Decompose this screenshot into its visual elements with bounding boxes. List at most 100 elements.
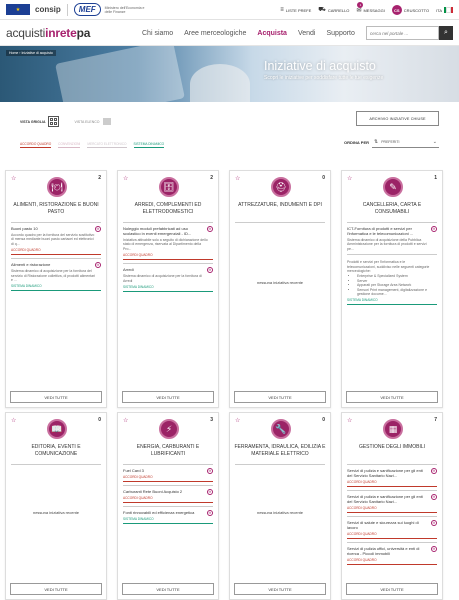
list-view-label[interactable]: VISTA ELENCO xyxy=(74,120,99,124)
initiative-name[interactable]: Servizi di pulizia e sanificazione per g… xyxy=(347,468,437,478)
initiative-entry[interactable]: Prodotti e servizi per l'Informatica e l… xyxy=(347,255,437,306)
star-icon[interactable]: ☆ xyxy=(347,417,352,424)
initiative-name[interactable]: Servizi di pulizia e sanificazione per g… xyxy=(347,494,437,504)
compare-icon[interactable]: ⊖ xyxy=(207,510,213,516)
initiative-name[interactable]: Fuel Card 3 xyxy=(123,468,213,473)
star-icon[interactable]: ☆ xyxy=(11,417,16,424)
card-title[interactable]: ATTREZZATURE, INDUMENTI E DPI xyxy=(234,202,326,209)
initiative-name[interactable]: Servizi di salute e sicurezza sui luoghi… xyxy=(347,520,437,530)
nav-vendi[interactable]: Vendi xyxy=(298,30,316,37)
grid-view-label[interactable]: VISTA GRIGLIA xyxy=(20,120,45,124)
initiative-name[interactable]: Buoni pasto 10 xyxy=(11,226,101,231)
eu-flag-icon: ★ xyxy=(6,4,30,15)
card-title[interactable]: CANCELLERIA, CARTA E CONSUMABILI xyxy=(346,202,438,215)
initiative-entry[interactable]: Alimenti e ristorazione ⊖ Sistema dinamico… xyxy=(11,259,101,292)
mef-logo[interactable]: MEF xyxy=(73,3,101,16)
card-title[interactable]: FERRAMENTA, IDRAULICA, EDILIZIA E MATERI… xyxy=(234,444,326,457)
hero-text: Iniziative di acquisto Scopri le iniziat… xyxy=(264,59,449,81)
compare-icon[interactable]: ⊖ xyxy=(207,468,213,474)
search-button[interactable]: ⌕ xyxy=(439,26,453,40)
chevron-down-icon: ⌄ xyxy=(432,138,437,145)
star-icon[interactable]: ☆ xyxy=(123,417,128,424)
nav-acquista[interactable]: Acquista xyxy=(257,30,287,37)
consip-logo[interactable]: consip xyxy=(35,5,61,14)
initiative-name[interactable]: Noleggio moduli prefabbricati ad uso sco… xyxy=(123,226,213,236)
initiative-entry[interactable]: Servizi di salute e sicurezza sui luoghi… xyxy=(347,517,437,539)
nav-chi-siamo[interactable]: Chi siamo xyxy=(142,30,173,37)
compare-icon[interactable]: ⊖ xyxy=(431,468,437,474)
list-view-icon[interactable] xyxy=(102,118,111,125)
initiative-name[interactable]: Servizi di pulizia uffici, università e … xyxy=(347,546,437,556)
compare-icon[interactable]: ⊖ xyxy=(431,546,437,552)
sort-select[interactable]: ⇅ PREFERITI ⌄ xyxy=(372,136,439,148)
vedi-tutte-button[interactable]: VEDI TUTTE xyxy=(122,583,214,595)
vedi-tutte-button[interactable]: VEDI TUTTE xyxy=(346,583,438,595)
search-icon: ⌕ xyxy=(444,29,448,36)
vedi-tutte-button[interactable]: VEDI TUTTE xyxy=(234,583,326,595)
compare-icon[interactable]: ⊖ xyxy=(207,226,213,232)
legend-convenzioni[interactable]: CONVENZIONI xyxy=(58,142,81,148)
compare-icon[interactable]: ⊖ xyxy=(207,267,213,274)
compare-icon[interactable]: ⊖ xyxy=(95,262,101,269)
compare-icon[interactable]: ⊖ xyxy=(207,489,213,495)
initiative-entry[interactable]: Servizi di pulizia uffici, università e … xyxy=(347,543,437,565)
initiative-name[interactable]: ICT-Fornitura di prodotti e servizi per … xyxy=(347,226,437,236)
vedi-tutte-button[interactable]: VEDI TUTTE xyxy=(234,391,326,403)
card-title[interactable]: ARREDI, COMPLEMENTI ED ELETTRODOMESTICI xyxy=(122,202,214,215)
nav-supporto[interactable]: Supporto xyxy=(326,30,354,37)
italy-flag-icon xyxy=(444,7,453,13)
initiative-entry[interactable]: Servizi di pulizia e sanificazione per g… xyxy=(347,465,437,487)
star-icon[interactable]: ☆ xyxy=(347,175,352,182)
compare-icon[interactable]: ⊖ xyxy=(431,494,437,500)
compare-icon[interactable]: ⊖ xyxy=(431,226,437,232)
search-input[interactable] xyxy=(366,26,439,40)
archive-closed-initiatives-button[interactable]: ARCHIVIO INIZIATIVE CHIUSE xyxy=(356,111,439,126)
initiative-entry[interactable]: Buoni pasto 10 ⊖ Accordo quadro per la for… xyxy=(11,223,101,256)
initiative-type-tag: SISTEMA DINAMICO xyxy=(123,517,213,524)
card-title[interactable]: ALIMENTI, RISTORAZIONE E BUONI PASTO xyxy=(10,202,102,215)
initiative-entry[interactable]: Arredi ⊖ Sistema dinamico di acquisizione … xyxy=(123,264,213,293)
initiative-entry[interactable]: Carburanti Rete Buoni Acquisto 2 ⊖ ACCORDI… xyxy=(123,486,213,503)
liste-preferiti-link[interactable]: ≡ LISTE PREFE xyxy=(280,7,311,13)
star-icon[interactable]: ☆ xyxy=(235,175,240,182)
language-selector[interactable]: ITA xyxy=(436,7,453,13)
legend-mercato-elettronico[interactable]: MERCATO ELETTRONICO xyxy=(87,142,127,148)
initiative-name[interactable]: Fonti rinnovabili ed efficienza energeti… xyxy=(123,510,213,515)
carrello-link[interactable]: ⛟ CARRELLO xyxy=(318,6,349,14)
initiative-description: Sistema dinamico di acquisizione per la … xyxy=(11,269,96,283)
initiative-name[interactable]: Alimenti e ristorazione xyxy=(11,262,101,267)
compare-icon[interactable]: ⊖ xyxy=(431,520,437,526)
category-card: ☆ 1 ✎ CANCELLERIA, CARTA E CONSUMABILI ICT-F… xyxy=(341,170,443,408)
nav-aree-merceologiche[interactable]: Aree merceologiche xyxy=(184,30,246,37)
vedi-tutte-button[interactable]: VEDI TUTTE xyxy=(346,391,438,403)
star-icon[interactable]: ☆ xyxy=(235,417,240,424)
card-title[interactable]: ENERGIA, CARBURANTI E LUBRIFICANTI xyxy=(122,444,214,457)
card-title[interactable]: EDITORIA, EVENTI E COMUNICAZIONE xyxy=(10,444,102,457)
initiative-type-tag: SISTEMA DINAMICO xyxy=(123,285,213,293)
initiative-name[interactable]: Arredi xyxy=(123,267,213,272)
breadcrumb[interactable]: Home › Iniziative di acquisto xyxy=(6,50,56,56)
category-card: ☆ 0 ⛑ ATTREZZATURE, INDUMENTI E DPI nessuna … xyxy=(229,170,331,408)
legend-accordo-quadro[interactable]: ACCORDO QUADRO xyxy=(20,142,52,148)
vedi-tutte-button[interactable]: VEDI TUTTE xyxy=(10,583,102,595)
messaggi-link[interactable]: 1 ✉ MESSAGGI xyxy=(356,1,385,14)
vedi-tutte-button[interactable]: VEDI TUTTE xyxy=(10,391,102,403)
card-title[interactable]: GESTIONE DEGLI IMMOBILI xyxy=(346,444,438,451)
initiative-type-tag: ACCORDI QUADRO xyxy=(347,558,437,565)
initiative-entry[interactable]: Noleggio moduli prefabbricati ad uso sco… xyxy=(123,223,213,261)
initiative-entry[interactable]: Servizi di pulizia e sanificazione per g… xyxy=(347,491,437,513)
initiative-name[interactable]: Carburanti Rete Buoni Acquisto 2 xyxy=(123,489,213,494)
star-icon[interactable]: ☆ xyxy=(11,175,16,182)
grid-view-icon[interactable] xyxy=(48,116,60,127)
vedi-tutte-button[interactable]: VEDI TUTTE xyxy=(122,391,214,403)
list-icon: ≡ xyxy=(280,7,284,13)
initiative-count: 0 xyxy=(98,417,101,423)
star-icon[interactable]: ☆ xyxy=(123,175,128,182)
initiative-entry[interactable]: Fonti rinnovabili ed efficienza energeti… xyxy=(123,507,213,524)
legend-sistema-dinamico[interactable]: SISTEMA DINAMICO xyxy=(133,142,165,148)
initiative-entry[interactable]: Fuel Card 3 ⊖ ACCORDI QUADRO xyxy=(123,465,213,482)
initiative-entry[interactable]: ICT-Fornitura di prodotti e servizi per … xyxy=(347,223,437,251)
compare-icon[interactable]: ⊖ xyxy=(95,226,101,232)
site-logo[interactable]: acquistiinretepa xyxy=(6,26,90,40)
cruscotto-link[interactable]: CS CRUSCOTTO xyxy=(391,5,429,15)
